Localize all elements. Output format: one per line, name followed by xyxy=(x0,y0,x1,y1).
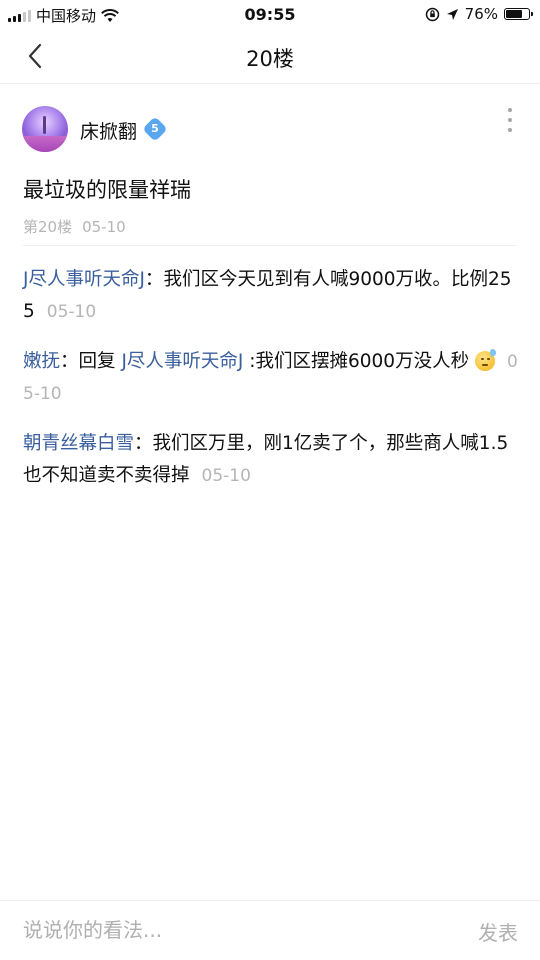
reply-target-user[interactable]: J尽人事听天命J xyxy=(121,351,243,372)
post-meta: 第20楼 05-10 xyxy=(23,216,126,237)
sweat-emoji-icon xyxy=(474,348,497,371)
comment-bar: 发表 xyxy=(0,900,540,960)
battery-icon xyxy=(504,8,533,20)
reply-item[interactable]: 朝青丝幕白雪：我们区万里，刚1亿卖了个，那些商人喊1.5也不知道卖不卖得掉 05-… xyxy=(23,428,519,492)
dot-icon xyxy=(508,118,512,122)
comment-input[interactable] xyxy=(23,915,423,945)
status-bar: 中国移动 09:55 76% xyxy=(0,0,540,30)
battery-percentage: 76% xyxy=(464,5,498,23)
level-number: 5 xyxy=(151,122,159,135)
dot-icon xyxy=(508,108,512,112)
status-right: 76% xyxy=(425,5,533,23)
reply-list: J尽人事听天命J：我们区今天见到有人喊9000万收。比例255 05-10 嫩抚：… xyxy=(23,264,519,510)
reply-prefix: 回复 xyxy=(78,351,116,372)
reply-author[interactable]: J尽人事听天命J xyxy=(23,269,145,290)
reply-item[interactable]: J尽人事听天命J：我们区今天见到有人喊9000万收。比例255 05-10 xyxy=(23,264,519,328)
reply-date: 05-10 xyxy=(201,466,251,486)
floor-label: 第20楼 xyxy=(23,218,73,236)
level-badge: 5 xyxy=(142,116,168,142)
post-content: 最垃圾的限量祥瑞 xyxy=(23,178,191,202)
reply-author[interactable]: 嫩抚 xyxy=(23,351,60,372)
navigation-bar: 20楼 xyxy=(0,30,540,84)
dot-icon xyxy=(508,128,512,132)
orientation-lock-icon xyxy=(425,7,439,21)
post-date: 05-10 xyxy=(82,218,126,236)
reply-text: :我们区摆摊6000万没人秒 xyxy=(249,351,470,372)
location-arrow-icon xyxy=(446,8,458,20)
divider xyxy=(23,245,517,246)
reply-item[interactable]: 嫩抚：回复 J尽人事听天命J :我们区摆摊6000万没人秒 05-10 xyxy=(23,346,519,410)
page-title: 20楼 xyxy=(246,47,294,71)
avatar[interactable] xyxy=(22,106,68,152)
send-button[interactable]: 发表 xyxy=(478,917,518,946)
post-author-name[interactable]: 床掀翻 xyxy=(80,117,137,144)
reply-author[interactable]: 朝青丝幕白雪 xyxy=(23,433,134,454)
reply-date: 05-10 xyxy=(46,302,97,322)
more-options-button[interactable] xyxy=(502,108,518,132)
reply-separator: ： xyxy=(134,433,153,454)
reply-separator: ： xyxy=(144,269,164,290)
reply-separator: ： xyxy=(60,351,79,372)
